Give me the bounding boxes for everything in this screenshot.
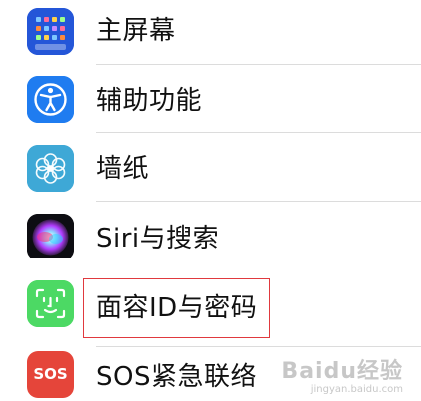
settings-item-label: Siri与搜索: [96, 224, 220, 254]
siri-icon: [27, 214, 74, 261]
sos-icon-text: SOS: [33, 365, 68, 383]
settings-item-siri[interactable]: Siri与搜索: [0, 204, 421, 264]
settings-item-label: SOS紧急联络: [96, 362, 257, 392]
settings-item-wallpaper[interactable]: 墙纸: [0, 136, 421, 204]
face-id-icon: [27, 280, 74, 327]
settings-item-face-id[interactable]: 面容ID与密码: [0, 270, 421, 347]
settings-item-home-screen[interactable]: 主屏幕: [0, 0, 421, 68]
watermark-subtext: jingyan.baidu.com: [310, 384, 403, 395]
divider: [96, 132, 421, 133]
divider: [96, 64, 421, 65]
watermark-text: Baidu经验: [281, 358, 403, 384]
settings-item-accessibility[interactable]: 辅助功能: [0, 68, 421, 136]
divider: [96, 201, 421, 202]
home-screen-icon: [27, 8, 74, 55]
section-gap: [0, 258, 421, 270]
accessibility-icon: [27, 76, 74, 123]
settings-item-label: 辅助功能: [96, 86, 203, 116]
watermark: Baidu经验 jingyan.baidu.com: [281, 358, 403, 395]
sos-icon: SOS: [27, 351, 74, 398]
wallpaper-icon: [27, 145, 74, 192]
settings-item-label: 主屏幕: [96, 16, 176, 46]
settings-item-label: 面容ID与密码: [96, 293, 258, 323]
settings-item-label: 墙纸: [96, 154, 150, 184]
